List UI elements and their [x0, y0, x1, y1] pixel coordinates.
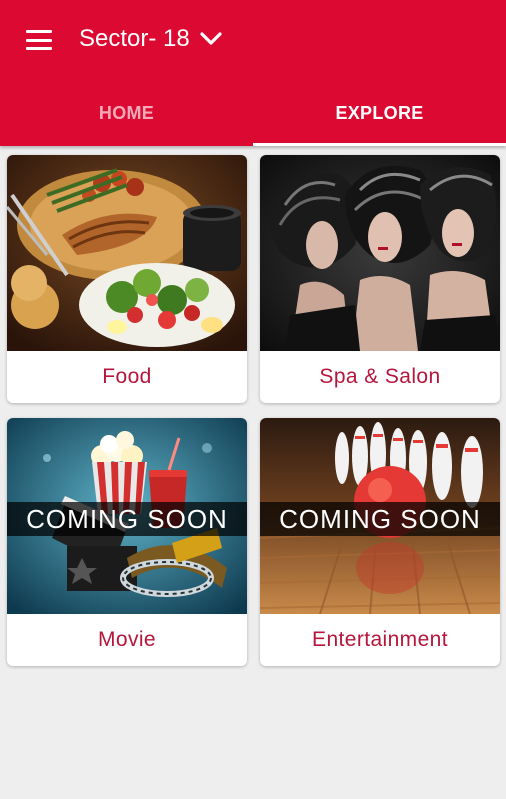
location-selector[interactable]: Sector- 18	[79, 22, 222, 56]
category-label-entertainment: Entertainment	[312, 628, 448, 651]
movie-image: COMING SOON	[7, 418, 247, 614]
food-image	[7, 155, 247, 351]
app-bar: Sector- 18	[0, 0, 506, 80]
active-tab-indicator	[253, 143, 506, 146]
category-label-food: Food	[102, 365, 152, 388]
location-label: Sector- 18	[79, 25, 190, 52]
entertainment-image: COMING SOON	[260, 418, 500, 614]
coming-soon-badge-entertainment: COMING SOON	[260, 502, 500, 536]
coming-soon-badge-movie: COMING SOON	[7, 502, 247, 536]
tab-explore[interactable]: EXPLORE	[253, 80, 506, 146]
hamburger-menu-icon[interactable]	[26, 30, 52, 50]
tab-home[interactable]: HOME	[0, 80, 253, 146]
spa-salon-image	[260, 155, 500, 351]
category-card-food[interactable]: Food	[7, 155, 247, 403]
category-label-movie: Movie	[97, 628, 157, 651]
chevron-down-icon	[200, 32, 222, 45]
category-card-spa-salon[interactable]: Spa & Salon	[260, 155, 500, 403]
tab-bar: HOME EXPLORE	[0, 80, 506, 146]
category-card-movie[interactable]: COMING SOON Movie	[7, 418, 247, 666]
category-card-entertainment[interactable]: COMING SOON Entertainment	[260, 418, 500, 666]
category-label-spa-salon: Spa & Salon	[319, 365, 441, 388]
